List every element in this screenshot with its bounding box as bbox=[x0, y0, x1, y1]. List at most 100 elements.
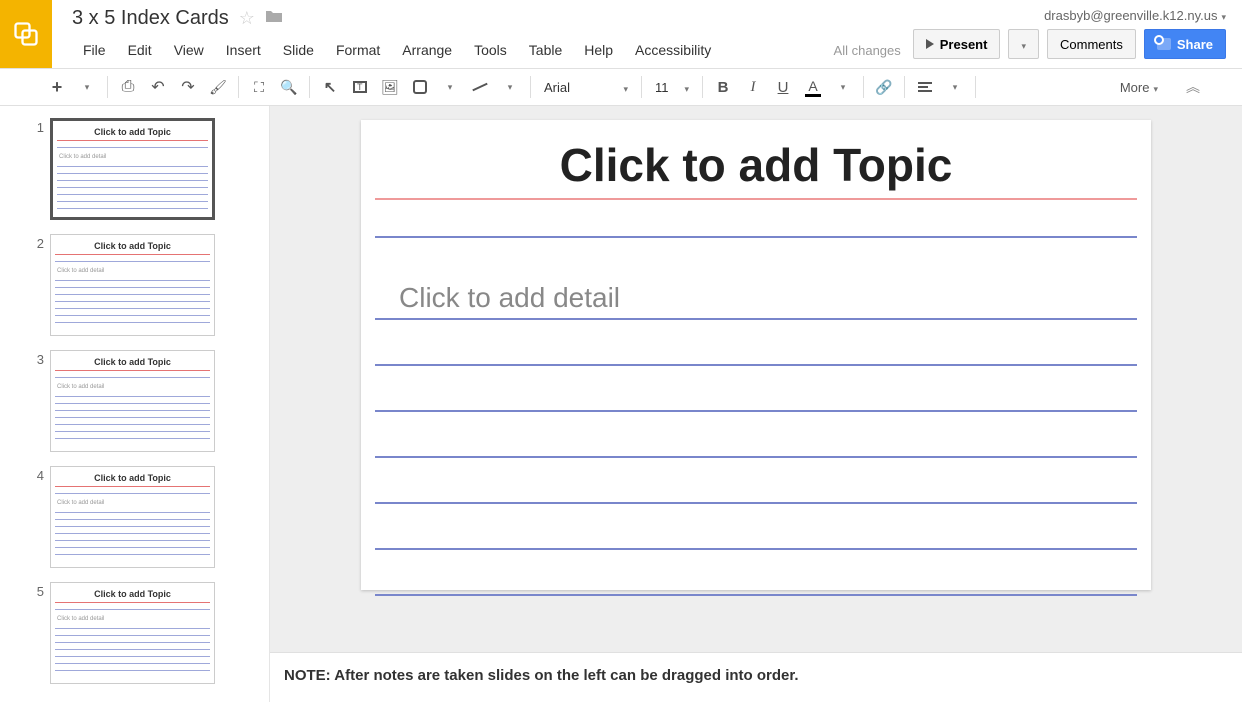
menu-arrange[interactable]: Arrange bbox=[391, 38, 463, 62]
menu-edit[interactable]: Edit bbox=[117, 38, 163, 62]
canvas-area: Click to add Topic Click to add detail N… bbox=[270, 106, 1242, 702]
present-dropdown[interactable] bbox=[1008, 29, 1039, 59]
slide-thumb-row: 4 Click to add Topic Click to add detail bbox=[0, 462, 269, 572]
menu-table[interactable]: Table bbox=[518, 38, 573, 62]
blue-rule bbox=[375, 236, 1137, 238]
share-icon bbox=[1157, 38, 1171, 50]
redo-button[interactable] bbox=[173, 73, 203, 101]
title-placeholder[interactable]: Click to add Topic bbox=[375, 130, 1137, 198]
paint-format-button[interactable] bbox=[203, 73, 233, 101]
font-size-value: 11 bbox=[655, 80, 669, 95]
slide-number: 5 bbox=[30, 584, 44, 599]
play-icon bbox=[926, 39, 934, 49]
thumb-title: Click to add Topic bbox=[55, 239, 210, 253]
toolbar: Arial 11 More bbox=[0, 68, 1242, 106]
underline-button[interactable] bbox=[768, 73, 798, 101]
thumb-detail: Click to add detail bbox=[55, 500, 210, 506]
line-tool[interactable] bbox=[465, 73, 495, 101]
text-color-button[interactable] bbox=[798, 73, 828, 101]
red-rule bbox=[375, 198, 1137, 200]
new-slide-button[interactable] bbox=[42, 73, 72, 101]
bold-button[interactable] bbox=[708, 73, 738, 101]
thumb-detail: Click to add detail bbox=[55, 384, 210, 390]
speaker-notes[interactable]: NOTE: After notes are taken slides on th… bbox=[270, 652, 1242, 702]
slide-panel[interactable]: 1Click to add TopicClick to add detail2C… bbox=[0, 106, 270, 702]
zoom-button[interactable] bbox=[274, 73, 304, 101]
document-title[interactable]: 3 x 5 Index Cards bbox=[72, 7, 229, 30]
share-label: Share bbox=[1177, 37, 1213, 52]
chevron-down-icon bbox=[623, 80, 628, 95]
slide-number: 3 bbox=[30, 352, 44, 367]
chevron-down-icon bbox=[1221, 8, 1226, 23]
menu-insert[interactable]: Insert bbox=[215, 38, 272, 62]
app-logo[interactable] bbox=[0, 0, 52, 68]
canvas-scroll[interactable]: Click to add Topic Click to add detail bbox=[270, 106, 1242, 652]
notes-text: NOTE: After notes are taken slides on th… bbox=[284, 667, 799, 684]
folder-icon[interactable] bbox=[265, 9, 283, 28]
more-button[interactable]: More bbox=[1112, 80, 1166, 95]
star-icon[interactable]: ☆ bbox=[239, 8, 255, 29]
present-label: Present bbox=[940, 37, 988, 52]
undo-button[interactable] bbox=[143, 73, 173, 101]
font-select[interactable]: Arial bbox=[536, 73, 636, 101]
line-dropdown[interactable] bbox=[495, 73, 525, 101]
slide-thumb-row: 5 Click to add TopicClick to add detail bbox=[0, 578, 269, 688]
textbox-tool[interactable] bbox=[345, 73, 375, 101]
account-menu[interactable]: drasbyb@greenville.k12.ny.us bbox=[1044, 8, 1226, 23]
slide-number: 1 bbox=[30, 120, 44, 135]
text-color-dropdown[interactable] bbox=[828, 73, 858, 101]
print-button[interactable] bbox=[113, 73, 143, 101]
font-size-select[interactable]: 11 bbox=[647, 73, 697, 101]
comments-button[interactable]: Comments bbox=[1047, 29, 1136, 59]
slide-number: 2 bbox=[30, 236, 44, 251]
chevron-down-icon bbox=[684, 80, 689, 95]
menu-bar: File Edit View Insert Slide Format Arran… bbox=[72, 34, 913, 66]
collapse-toolbar-button[interactable] bbox=[1186, 77, 1200, 97]
slide-thumbnail[interactable]: Click to add TopicClick to add detail bbox=[50, 582, 215, 684]
thumb-detail: Click to add detail bbox=[55, 616, 210, 622]
blue-rule bbox=[375, 318, 1137, 320]
blue-rule bbox=[375, 410, 1137, 412]
menu-view[interactable]: View bbox=[163, 38, 215, 62]
menu-tools[interactable]: Tools bbox=[463, 38, 518, 62]
save-status: All changes bbox=[834, 43, 913, 58]
link-button[interactable] bbox=[869, 73, 899, 101]
slide-thumb-row: 3 Click to add Topic Click to add detail bbox=[0, 346, 269, 456]
italic-button[interactable] bbox=[738, 73, 768, 101]
new-slide-dropdown[interactable] bbox=[72, 73, 102, 101]
blue-rule bbox=[375, 502, 1137, 504]
shape-dropdown[interactable] bbox=[435, 73, 465, 101]
menu-format[interactable]: Format bbox=[325, 38, 391, 62]
app-header: 3 x 5 Index Cards ☆ File Edit View Inser… bbox=[0, 0, 1242, 68]
thumb-detail: Click to add detail bbox=[55, 268, 210, 274]
slide-canvas[interactable]: Click to add Topic Click to add detail bbox=[361, 120, 1151, 590]
thumb-title: Click to add Topic bbox=[55, 471, 210, 485]
present-button[interactable]: Present bbox=[913, 29, 1001, 59]
select-tool[interactable] bbox=[315, 73, 345, 101]
slide-thumbnail[interactable]: Click to add Topic Click to add detail bbox=[50, 350, 215, 452]
blue-rule bbox=[375, 548, 1137, 550]
align-dropdown[interactable] bbox=[940, 73, 970, 101]
menu-file[interactable]: File bbox=[72, 38, 117, 62]
thumb-title: Click to add Topic bbox=[55, 355, 210, 369]
menu-slide[interactable]: Slide bbox=[272, 38, 325, 62]
fit-button[interactable] bbox=[244, 73, 274, 101]
blue-rule bbox=[375, 364, 1137, 366]
font-value: Arial bbox=[544, 80, 570, 95]
image-tool[interactable] bbox=[375, 73, 405, 101]
slide-thumbnail[interactable]: Click to add Topic Click to add detail bbox=[50, 466, 215, 568]
share-button[interactable]: Share bbox=[1144, 29, 1226, 59]
menu-accessibility[interactable]: Accessibility bbox=[624, 38, 722, 62]
detail-placeholder[interactable]: Click to add detail bbox=[375, 282, 1137, 314]
user-email-label: drasbyb@greenville.k12.ny.us bbox=[1044, 8, 1217, 23]
menu-help[interactable]: Help bbox=[573, 38, 624, 62]
thumb-detail: Click to add detail bbox=[57, 154, 208, 160]
slide-number: 4 bbox=[30, 468, 44, 483]
blue-rule bbox=[375, 594, 1137, 596]
chevron-down-icon bbox=[1153, 80, 1158, 95]
shape-tool[interactable] bbox=[405, 73, 435, 101]
align-button[interactable] bbox=[910, 73, 940, 101]
slide-thumbnail[interactable]: Click to add Topic Click to add detail bbox=[50, 118, 215, 220]
slide-thumbnail[interactable]: Click to add Topic Click to add detail bbox=[50, 234, 215, 336]
thumb-title: Click to add Topic bbox=[57, 125, 208, 139]
